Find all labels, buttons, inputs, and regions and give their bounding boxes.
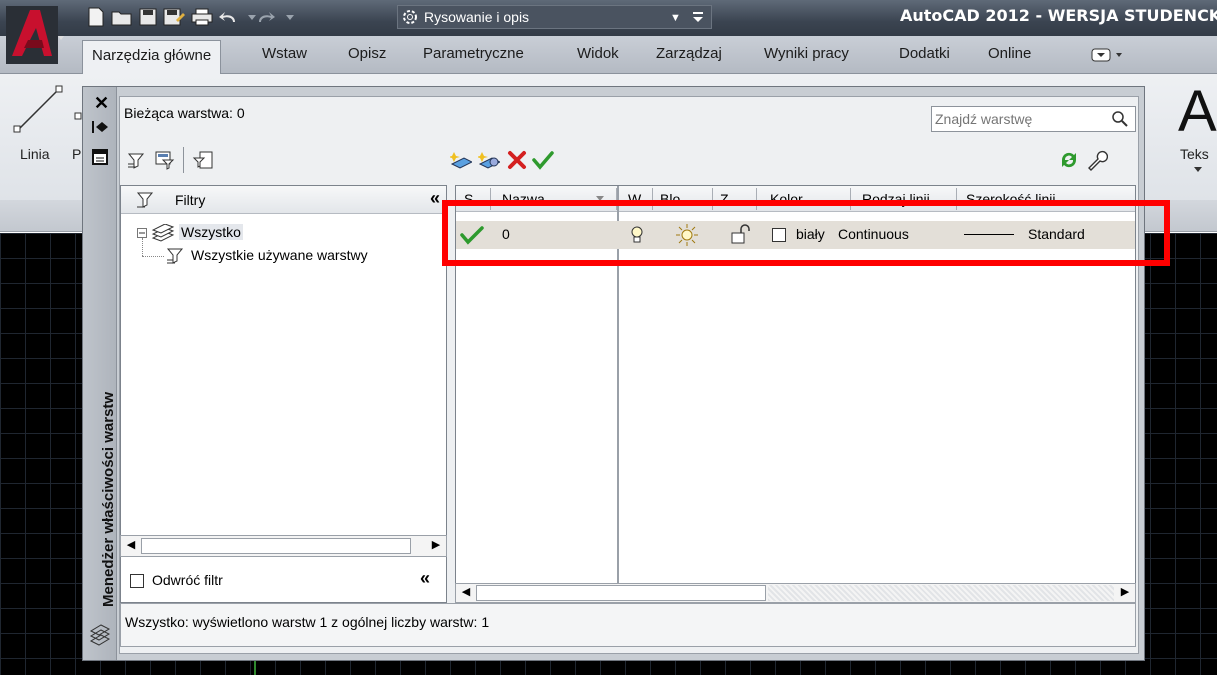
open-folder-icon[interactable]	[110, 5, 134, 29]
search-layer-field[interactable]	[931, 106, 1136, 132]
line-tool-icon[interactable]	[12, 82, 64, 138]
highlight-annotation	[442, 200, 1170, 266]
line-tool-label[interactable]: Linia	[20, 146, 50, 162]
polyline-tool-icon[interactable]	[74, 112, 82, 120]
search-icon[interactable]	[1111, 110, 1129, 128]
customize-qat-icon[interactable]	[686, 5, 710, 29]
palette-vertical-title: Menedżer właściwości warstw	[83, 187, 117, 637]
tab-parametric[interactable]: Parametryczne	[423, 45, 524, 62]
autocad-logo-icon[interactable]	[6, 6, 66, 64]
print-icon[interactable]	[190, 5, 214, 29]
layers-icon	[89, 623, 111, 650]
tab-addins[interactable]: Dodatki	[899, 45, 950, 62]
status-text: Wszystko: wyświetlono warstw 1 z ogólnej…	[125, 614, 490, 630]
layer-manager-palette: ✕ Menedżer właściwości warstw Bieżąca wa…	[82, 86, 1145, 661]
set-current-icon[interactable]	[532, 149, 554, 171]
properties-icon[interactable]	[92, 149, 108, 168]
text-tool-label[interactable]: Teks	[1180, 146, 1209, 162]
save-as-icon[interactable]	[162, 5, 186, 29]
new-property-filter-icon[interactable]	[126, 149, 148, 171]
ribbon-minimize-icon[interactable]	[1088, 43, 1128, 67]
text-tool-icon[interactable]: A	[1178, 78, 1217, 145]
grid-horizontal-scrollbar[interactable]: ◀ ▶	[455, 583, 1136, 603]
redo-dropdown-icon[interactable]	[278, 5, 302, 29]
chevron-down-icon: ▼	[670, 12, 681, 24]
new-file-icon[interactable]	[84, 5, 108, 29]
new-layer-vp-frozen-icon[interactable]	[478, 149, 500, 171]
close-icon[interactable]: ✕	[94, 93, 109, 114]
tab-annotate[interactable]: Opisz	[348, 45, 386, 62]
layer-states-manager-icon[interactable]	[192, 149, 214, 171]
search-input[interactable]	[935, 111, 1105, 127]
gear-icon	[403, 10, 417, 24]
workspace-label: Rysowanie i opis	[424, 9, 530, 25]
text-dropdown-icon[interactable]	[1193, 166, 1203, 174]
palette-title-text: Menedżer właściwości warstw	[100, 391, 117, 607]
delete-layer-icon[interactable]	[506, 149, 528, 171]
tab-home[interactable]: Narzędzia główne	[82, 40, 222, 75]
title-bar: Rysowanie i opis ▼ AutoCAD 2012 - WERSJA…	[0, 0, 1217, 36]
filter-tree-title: Filtry	[175, 192, 206, 208]
tab-output[interactable]: Wyniki pracy	[764, 45, 849, 62]
workspace-select[interactable]: Rysowanie i opis ▼	[397, 5, 712, 29]
tab-manage[interactable]: Zarządzaj	[656, 45, 722, 62]
collapse-filter-tree-icon[interactable]: «	[420, 568, 430, 589]
collapse-filter-tree-icon[interactable]: «	[430, 188, 440, 209]
scroll-track[interactable]	[768, 585, 1114, 601]
invert-filter-row: Odwróć filtr «	[120, 567, 447, 597]
tree-node-used-layers-label: Wszystkie używane warstwy	[191, 247, 368, 263]
app-title: AutoCAD 2012 - WERSJA STUDENCK	[900, 6, 1217, 25]
new-group-filter-icon[interactable]	[154, 149, 176, 171]
ribbon-tab-bar: Narzędzia główne Wstaw Opisz Parametrycz…	[0, 36, 1217, 75]
tree-node-all-label: Wszystko	[179, 224, 243, 240]
scroll-left-icon[interactable]: ◀	[123, 538, 139, 554]
undo-icon[interactable]	[216, 5, 240, 29]
refresh-icon[interactable]	[1058, 149, 1080, 171]
tab-online[interactable]: Online	[988, 45, 1031, 62]
save-icon[interactable]	[136, 5, 160, 29]
invert-filter-label: Odwróć filtr	[152, 572, 223, 588]
filter-icon	[136, 192, 154, 208]
current-layer-label: Bieżąca warstwa: 0	[124, 105, 245, 121]
tab-view[interactable]: Widok	[577, 45, 619, 62]
settings-wrench-icon[interactable]	[1086, 149, 1108, 171]
redo-icon[interactable]	[254, 5, 278, 29]
filter-tree-header: Filtry «	[121, 186, 446, 214]
polyline-tool-label[interactable]: P	[72, 146, 81, 162]
auto-hide-icon[interactable]	[90, 119, 110, 138]
scroll-thumb[interactable]	[476, 585, 766, 601]
invert-filter-checkbox[interactable]	[130, 574, 144, 588]
scroll-right-icon[interactable]: ▶	[428, 538, 444, 554]
new-layer-icon[interactable]	[450, 149, 472, 171]
tree-collapse-icon[interactable]	[137, 228, 147, 238]
toolbar-separator	[183, 147, 184, 173]
scroll-left-icon[interactable]: ◀	[458, 585, 474, 601]
filter-icon	[166, 248, 184, 264]
tree-connector	[142, 256, 164, 257]
tab-insert[interactable]: Wstaw	[262, 45, 307, 62]
tree-horizontal-scrollbar[interactable]: ◀ ▶	[120, 535, 447, 557]
palette-title-strip[interactable]: ✕ Menedżer właściwości warstw	[83, 87, 117, 660]
scroll-right-icon[interactable]: ▶	[1117, 585, 1133, 601]
layer-stack-icon	[151, 224, 175, 242]
scroll-thumb[interactable]	[141, 538, 411, 554]
tree-connector	[142, 238, 143, 256]
status-bar: Wszystko: wyświetlono warstw 1 z ogólnej…	[120, 603, 1136, 647]
layer-manager-content: Bieżąca warstwa: 0 Znajdź warstwę Filtry…	[119, 96, 1139, 654]
